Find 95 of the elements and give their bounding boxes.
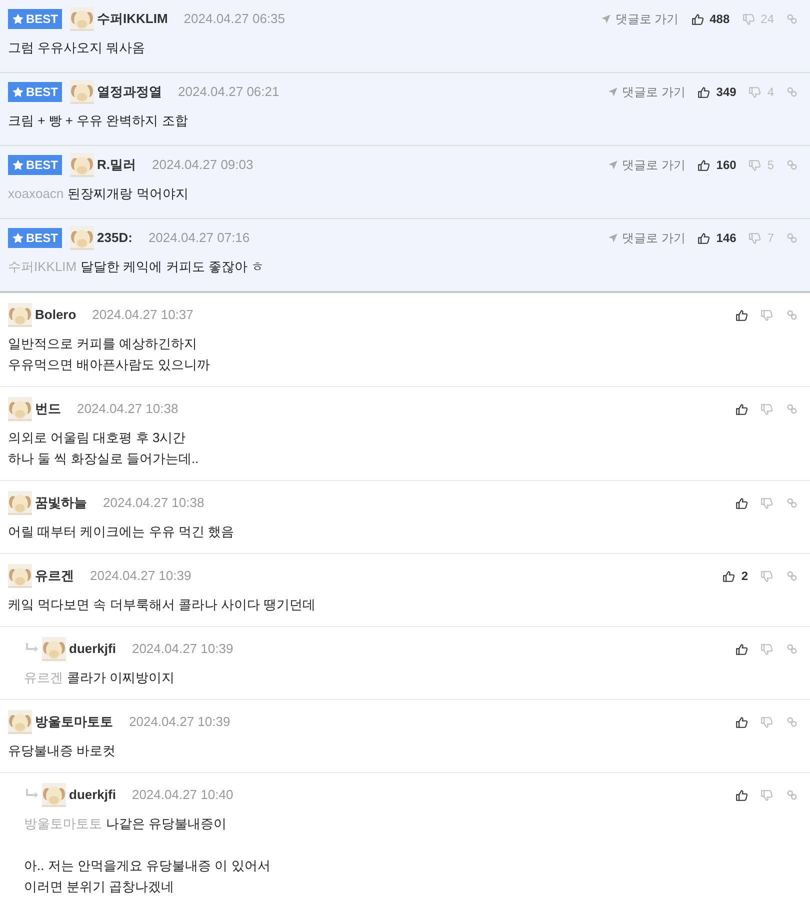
go-to-comment-link[interactable]: 댓글로 가기 [608, 83, 686, 101]
thumbs-down-icon[interactable] [760, 716, 773, 728]
star-icon [12, 13, 24, 25]
comment-text: 그럼 우유사오지 뭐사옴 [8, 39, 146, 57]
comment-time: 2024.04.27 10:38 [77, 400, 178, 418]
like-count: 488 [710, 11, 730, 28]
link-icon[interactable] [786, 232, 798, 244]
best-badge: BEST [8, 155, 62, 175]
author-name[interactable]: 유르겐 [35, 566, 74, 586]
comment-time: 2024.04.27 06:35 [184, 10, 286, 28]
star-icon [12, 159, 24, 171]
like-count: 349 [716, 84, 736, 101]
comment-text: 된장찌개랑 먹어야지 [68, 185, 188, 203]
comment-text: 유당불내증 바로컷 [8, 742, 116, 760]
best-badge: BEST [8, 228, 62, 248]
link-icon[interactable] [786, 13, 798, 25]
comment-text: 이러면 분위기 곱창나겠네 [24, 878, 174, 896]
author-name[interactable]: 방울토마토토 [35, 712, 113, 732]
author-name[interactable]: R.밀러 [97, 155, 136, 175]
go-to-comment-link[interactable]: 댓글로 가기 [608, 229, 686, 247]
author-name[interactable]: duerkjfi [69, 639, 116, 659]
best-badge: BEST [8, 82, 62, 102]
comment-time: 2024.04.27 10:40 [132, 786, 234, 804]
like-count: 2 [741, 568, 748, 585]
thumbs-up-icon[interactable] [735, 716, 748, 728]
comment-time: 2024.04.27 10:39 [129, 713, 230, 732]
author-name[interactable]: Bolero [35, 305, 76, 325]
link-icon[interactable] [786, 159, 798, 171]
star-icon [12, 86, 24, 98]
comment-text: 일반적으로 커피를 예상하긴하지 [8, 335, 198, 353]
comment-text: 의외로 어울림 대호평 후 3시간 [8, 429, 186, 447]
link-icon[interactable] [786, 497, 798, 509]
comment-text: 케잌 먹다보면 속 더부룩해서 콜라나 사이다 땡기던데 [8, 596, 316, 614]
comment-time: 2024.04.27 10:39 [132, 640, 234, 658]
thumbs-up-icon[interactable] [735, 402, 748, 416]
thumbs-down-icon[interactable] [748, 86, 762, 98]
thumbs-down-icon[interactable] [760, 402, 773, 416]
dislike-count: 5 [767, 157, 774, 174]
thumbs-up-icon[interactable] [697, 158, 710, 172]
thumbs-up-icon[interactable] [697, 232, 710, 244]
thumbs-up-icon[interactable] [735, 788, 748, 802]
send-icon [608, 233, 618, 243]
thumbs-up-icon[interactable] [735, 496, 748, 510]
star-icon [12, 232, 24, 244]
comment-time: 2024.04.27 06:21 [178, 83, 280, 102]
thumbs-up-icon[interactable] [722, 570, 736, 582]
comment-time: 2024.04.27 10:39 [90, 567, 192, 586]
thumbs-up-icon[interactable] [690, 12, 704, 26]
thumbs-up-icon[interactable] [735, 642, 748, 656]
thumbs-down-icon[interactable] [760, 788, 773, 802]
thumbs-down-icon[interactable] [748, 232, 762, 244]
comment-text: 우유먹으면 배아픈사람도 있으니까 [8, 356, 210, 374]
like-count: 146 [716, 230, 736, 247]
best-badge: BEST [8, 9, 62, 29]
comment-text: 나같은 유당불내증이 [106, 815, 227, 833]
link-icon[interactable] [786, 309, 798, 321]
thumbs-down-icon[interactable] [760, 570, 773, 582]
author-name[interactable]: 열정과정열 [97, 82, 162, 102]
link-icon[interactable] [786, 570, 798, 582]
comment-time: 2024.04.27 10:38 [103, 494, 204, 512]
send-icon [608, 87, 618, 97]
dislike-count: 7 [767, 230, 774, 247]
like-count: 160 [716, 157, 736, 174]
dislike-count: 24 [760, 11, 774, 28]
thumbs-down-icon[interactable] [748, 158, 762, 172]
go-to-comment-link[interactable]: 댓글로 가기 [601, 10, 679, 28]
comment-text: 크림 + 빵 + 우유 완벽하지 조합 [8, 112, 188, 130]
send-icon [601, 14, 612, 24]
author-name[interactable]: 번드 [35, 399, 61, 419]
author-name[interactable]: 수퍼IKKLIM [97, 9, 168, 29]
dislike-count: 4 [767, 84, 774, 101]
link-icon[interactable] [786, 789, 798, 801]
comment-text: 어릴 때부터 케이크에는 우유 먹긴 했음 [8, 523, 234, 541]
comment-text: 하나 둘 씩 화장실로 들어가는데.. [8, 450, 199, 468]
author-name[interactable]: duerkjfi [69, 785, 116, 805]
send-icon [608, 160, 618, 170]
comment-time: 2024.04.27 09:03 [152, 156, 254, 174]
link-icon[interactable] [786, 403, 798, 415]
comment-text: 달달한 케익에 커피도 좋잖아 ㅎ [80, 258, 264, 276]
thumbs-down-icon[interactable] [760, 496, 773, 510]
link-icon[interactable] [786, 716, 798, 728]
thumbs-down-icon[interactable] [742, 12, 755, 26]
link-icon[interactable] [786, 643, 798, 655]
link-icon[interactable] [786, 86, 798, 98]
comment-time: 2024.04.27 10:37 [92, 306, 194, 324]
thumbs-down-icon[interactable] [760, 642, 773, 656]
comment-time: 2024.04.27 07:16 [148, 229, 250, 248]
author-name[interactable]: 꿈빛하늘 [35, 493, 87, 513]
comment-text: 콜라가 이찌방이지 [67, 669, 175, 687]
author-name[interactable]: 235D: [97, 228, 132, 248]
thumbs-up-icon[interactable] [697, 86, 710, 98]
thumbs-up-icon[interactable] [735, 308, 748, 322]
comment-text: 아.. 저는 안먹을게요 유당불내증 이 있어서 [24, 857, 270, 875]
thumbs-down-icon[interactable] [760, 308, 773, 322]
go-to-comment-link[interactable]: 댓글로 가기 [608, 156, 686, 174]
